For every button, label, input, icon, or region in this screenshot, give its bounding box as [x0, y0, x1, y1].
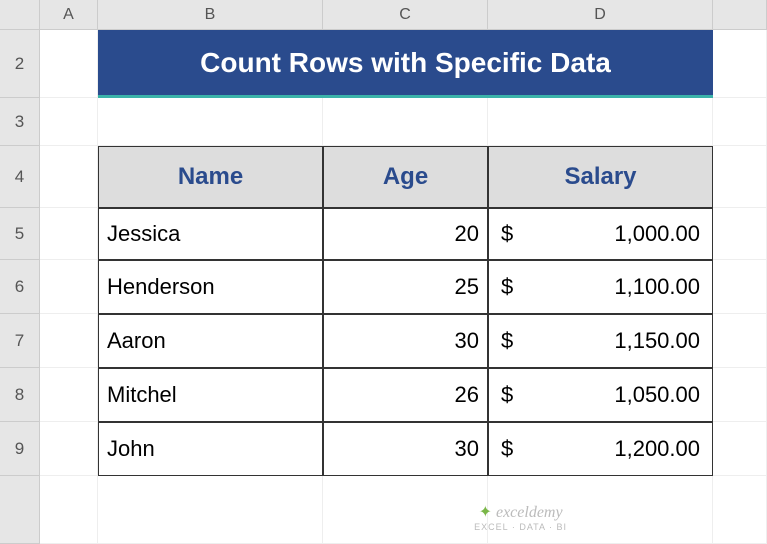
row-header-4[interactable]: 4	[0, 146, 40, 208]
row-header-2[interactable]: 2	[0, 30, 40, 98]
row-header-6[interactable]: 6	[0, 260, 40, 314]
cell-A8[interactable]	[40, 368, 98, 422]
col-header-extra[interactable]	[713, 0, 767, 30]
cell-E8[interactable]	[713, 368, 767, 422]
cell-A5[interactable]	[40, 208, 98, 260]
cell-E9[interactable]	[713, 422, 767, 476]
cell-name-3[interactable]: Mitchel	[98, 368, 323, 422]
watermark: exceldemy EXCEL · DATA · BI	[474, 502, 567, 532]
cell-C3[interactable]	[323, 98, 488, 146]
row-header-9[interactable]: 9	[0, 422, 40, 476]
cell-A10[interactable]	[40, 476, 98, 544]
cell-E4[interactable]	[713, 146, 767, 208]
cell-salary-1[interactable]: $1,100.00	[488, 260, 713, 314]
currency-symbol: $	[501, 382, 513, 408]
cell-A3[interactable]	[40, 98, 98, 146]
cell-E10[interactable]	[713, 476, 767, 544]
row-header-8[interactable]: 8	[0, 368, 40, 422]
row-header-10[interactable]	[0, 476, 40, 544]
row-header-3[interactable]: 3	[0, 98, 40, 146]
currency-symbol: $	[501, 274, 513, 300]
cell-D3[interactable]	[488, 98, 713, 146]
cell-A2[interactable]	[40, 30, 98, 98]
cell-age-4[interactable]: 30	[323, 422, 488, 476]
watermark-brand: exceldemy	[474, 502, 567, 522]
col-header-C[interactable]: C	[323, 0, 488, 30]
cell-B10[interactable]	[98, 476, 323, 544]
currency-symbol: $	[501, 328, 513, 354]
currency-symbol: $	[501, 436, 513, 462]
cell-salary-4[interactable]: $1,200.00	[488, 422, 713, 476]
salary-amount: 1,050.00	[614, 382, 700, 408]
cell-A6[interactable]	[40, 260, 98, 314]
salary-amount: 1,100.00	[614, 274, 700, 300]
cell-E7[interactable]	[713, 314, 767, 368]
col-header-A[interactable]: A	[40, 0, 98, 30]
cell-salary-0[interactable]: $1,000.00	[488, 208, 713, 260]
cell-E5[interactable]	[713, 208, 767, 260]
cell-salary-2[interactable]: $1,150.00	[488, 314, 713, 368]
cell-E6[interactable]	[713, 260, 767, 314]
cell-B3[interactable]	[98, 98, 323, 146]
cell-age-1[interactable]: 25	[323, 260, 488, 314]
cell-salary-3[interactable]: $1,050.00	[488, 368, 713, 422]
row-header-7[interactable]: 7	[0, 314, 40, 368]
spreadsheet-grid: A B C D 2 Count Rows with Specific Data …	[0, 0, 767, 544]
cell-name-2[interactable]: Aaron	[98, 314, 323, 368]
watermark-tagline: EXCEL · DATA · BI	[474, 522, 567, 532]
row-header-5[interactable]: 5	[0, 208, 40, 260]
salary-amount: 1,200.00	[614, 436, 700, 462]
cell-age-2[interactable]: 30	[323, 314, 488, 368]
cell-E2[interactable]	[713, 30, 767, 98]
cell-A9[interactable]	[40, 422, 98, 476]
header-name[interactable]: Name	[98, 146, 323, 208]
cell-age-0[interactable]: 20	[323, 208, 488, 260]
cell-E3[interactable]	[713, 98, 767, 146]
salary-amount: 1,150.00	[614, 328, 700, 354]
title-cell[interactable]: Count Rows with Specific Data	[98, 30, 713, 98]
cell-name-4[interactable]: John	[98, 422, 323, 476]
cell-A4[interactable]	[40, 146, 98, 208]
col-header-B[interactable]: B	[98, 0, 323, 30]
currency-symbol: $	[501, 221, 513, 247]
header-age[interactable]: Age	[323, 146, 488, 208]
cell-C10[interactable]	[323, 476, 488, 544]
col-header-D[interactable]: D	[488, 0, 713, 30]
salary-amount: 1,000.00	[614, 221, 700, 247]
cell-name-0[interactable]: Jessica	[98, 208, 323, 260]
header-salary[interactable]: Salary	[488, 146, 713, 208]
cell-age-3[interactable]: 26	[323, 368, 488, 422]
select-all-corner[interactable]	[0, 0, 40, 30]
cell-name-1[interactable]: Henderson	[98, 260, 323, 314]
cell-A7[interactable]	[40, 314, 98, 368]
